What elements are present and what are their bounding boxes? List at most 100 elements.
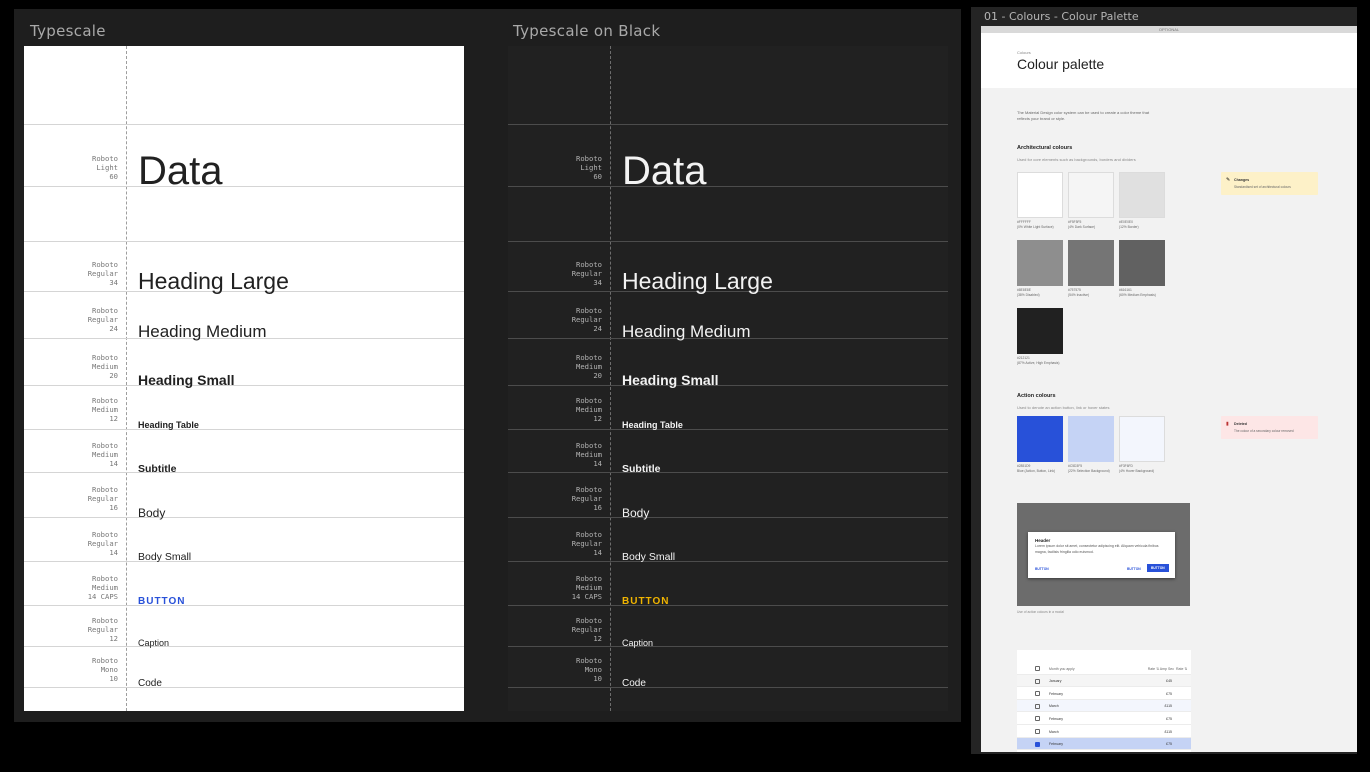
note-desc: Standardised set of architectural colour… bbox=[1234, 185, 1291, 189]
table-row[interactable]: February £75 bbox=[1017, 712, 1191, 725]
type-sample-heading-small: Heading Small bbox=[622, 372, 719, 388]
type-sample-heading-table: Heading Table bbox=[138, 420, 199, 430]
swatch-caption: #2851D9 Blue (Action, Button, Link) bbox=[1017, 464, 1056, 473]
type-spec: Roboto Regular 34 bbox=[571, 260, 602, 287]
divider bbox=[508, 605, 948, 606]
swatch-caption: #F5F5F5 (4% Dark Surface) bbox=[1068, 220, 1096, 229]
table-row[interactable]: January £45 bbox=[1017, 674, 1191, 688]
colour-swatch[interactable] bbox=[1068, 416, 1114, 462]
colour-swatch[interactable] bbox=[1017, 416, 1063, 462]
note-desc: The colour of a secondary colour removed bbox=[1234, 429, 1294, 433]
modal-button[interactable]: BUTTON bbox=[1035, 567, 1049, 571]
column-header[interactable]: Month you apply bbox=[1049, 667, 1075, 671]
cell-month: January bbox=[1049, 679, 1062, 684]
colour-swatch[interactable] bbox=[1068, 240, 1114, 286]
divider bbox=[508, 241, 948, 242]
type-sample-code: Code bbox=[622, 678, 646, 689]
table-row[interactable]: March £115 bbox=[1017, 725, 1191, 738]
pencil-icon: ✎ bbox=[1226, 177, 1231, 183]
modal-example[interactable]: Header Lorem ipsum dolor sit amet, conse… bbox=[1028, 532, 1175, 578]
colour-swatch[interactable] bbox=[1017, 240, 1063, 286]
cell-month: March bbox=[1049, 704, 1059, 709]
architectural-colours-desc: Used for core elements such as backgroun… bbox=[1017, 157, 1136, 162]
colour-swatch[interactable] bbox=[1017, 172, 1063, 218]
checkbox-checked[interactable] bbox=[1035, 741, 1040, 747]
divider bbox=[24, 241, 464, 242]
colour-swatch[interactable] bbox=[1119, 416, 1165, 462]
modal-button[interactable]: BUTTON bbox=[1127, 567, 1141, 571]
swatch-caption: #212121 (87% Active, High Emphasis) bbox=[1017, 356, 1060, 365]
optional-bar: OPTIONAL bbox=[981, 26, 1357, 33]
divider bbox=[24, 429, 464, 430]
checkbox[interactable] bbox=[1035, 678, 1040, 684]
cell-month: February bbox=[1049, 742, 1064, 747]
type-sample-heading-medium: Heading Medium bbox=[138, 322, 267, 341]
trash-icon: ▮ bbox=[1226, 421, 1229, 427]
divider bbox=[24, 646, 464, 647]
checkbox[interactable] bbox=[1035, 703, 1040, 709]
note-deleted[interactable]: ▮ Deleted The colour of a secondary colo… bbox=[1221, 416, 1318, 439]
frame-title-colour-palette[interactable]: 01 - Colours - Colour Palette bbox=[984, 10, 1139, 23]
type-sample-heading-large: Heading Large bbox=[622, 268, 773, 294]
note-changes[interactable]: ✎ Changes Standardised set of architectu… bbox=[1221, 172, 1318, 195]
checkbox[interactable] bbox=[1035, 716, 1040, 722]
divider bbox=[24, 605, 464, 606]
checkbox[interactable] bbox=[1035, 666, 1040, 671]
type-spec: Roboto Medium 14 bbox=[92, 441, 118, 468]
frame-title-typescale[interactable]: Typescale bbox=[30, 22, 106, 40]
type-sample-data: Data bbox=[138, 149, 223, 193]
type-sample-body: Body bbox=[138, 506, 166, 520]
type-spec: Roboto Light 60 bbox=[92, 154, 118, 181]
modal-primary-button[interactable]: BUTTON bbox=[1147, 564, 1169, 572]
colour-swatch[interactable] bbox=[1017, 308, 1063, 354]
typescale-board-light[interactable]: Roboto Light 60 Data Roboto Regular 34 H… bbox=[24, 46, 464, 711]
table-row-selected[interactable]: February £75 bbox=[1017, 737, 1191, 751]
data-table-example[interactable]: Month you apply Rate ⇅ Amp Sec Rate ⇅ Ja… bbox=[1017, 650, 1191, 752]
type-spec: Roboto Regular 12 bbox=[87, 616, 118, 643]
divider bbox=[508, 646, 948, 647]
type-sample-button: BUTTON bbox=[622, 596, 670, 607]
breadcrumb[interactable]: Colours bbox=[1017, 50, 1031, 55]
table-row[interactable]: March £115 bbox=[1017, 699, 1191, 713]
type-sample-data: Data bbox=[622, 149, 707, 193]
cell-month: February bbox=[1049, 716, 1064, 721]
type-spec: Roboto Medium 14 CAPS bbox=[571, 574, 602, 601]
type-sample-caption: Caption bbox=[622, 638, 654, 648]
type-spec: Roboto Medium 14 CAPS bbox=[87, 574, 118, 601]
checkbox[interactable] bbox=[1035, 729, 1040, 734]
type-sample-button: BUTTON bbox=[138, 596, 186, 607]
type-spec: Roboto Medium 12 bbox=[92, 396, 118, 423]
colour-swatch[interactable] bbox=[1068, 172, 1114, 218]
column-header[interactable]: Rate ⇅ Amp Sec bbox=[1134, 667, 1174, 671]
typescale-board-dark[interactable]: Roboto Light 60 Data Roboto Regular 34 H… bbox=[508, 46, 948, 711]
intro-text: The Material Design color system can be … bbox=[1017, 110, 1150, 115]
type-spec: Roboto Light 60 bbox=[576, 154, 602, 181]
colour-palette-board[interactable]: OPTIONAL Colours Colour palette The Mate… bbox=[981, 26, 1357, 752]
divider bbox=[24, 517, 464, 518]
checkbox[interactable] bbox=[1035, 691, 1040, 697]
divider bbox=[24, 561, 464, 562]
swatch-caption: #8E8E8E (38% Disabled) bbox=[1017, 288, 1040, 297]
action-colours-desc: Used to denote an action button, link or… bbox=[1017, 405, 1110, 410]
colour-swatch[interactable] bbox=[1119, 172, 1165, 218]
cell-month: February bbox=[1049, 691, 1064, 696]
type-sample-caption: Caption bbox=[138, 638, 170, 648]
divider bbox=[508, 561, 948, 562]
swatch-caption: #F3F6FD (4% Hover Background) bbox=[1119, 464, 1155, 473]
type-spec: Roboto Regular 14 bbox=[87, 530, 118, 557]
cell-amount: £115 bbox=[1164, 704, 1172, 709]
swatch-caption: #C5D3F5 (22% Selection Background) bbox=[1068, 464, 1110, 473]
cell-month: March bbox=[1049, 729, 1059, 734]
table-row[interactable]: February £75 bbox=[1017, 687, 1191, 700]
page-title: Colour palette bbox=[1017, 56, 1105, 72]
swatch-caption: #E0E0E0 (12% Border) bbox=[1119, 220, 1139, 229]
architectural-colours-heading: Architectural colours bbox=[1017, 145, 1073, 151]
palette-header: Colours Colour palette bbox=[981, 33, 1357, 88]
colour-swatch[interactable] bbox=[1119, 240, 1165, 286]
type-spec: Roboto Regular 14 bbox=[571, 530, 602, 557]
column-header[interactable]: Rate ⇅ bbox=[1176, 667, 1187, 671]
divider bbox=[508, 124, 948, 125]
divider bbox=[508, 687, 948, 688]
type-sample-body-small: Body Small bbox=[138, 551, 192, 563]
frame-title-typescale-dark[interactable]: Typescale on Black bbox=[513, 22, 660, 40]
